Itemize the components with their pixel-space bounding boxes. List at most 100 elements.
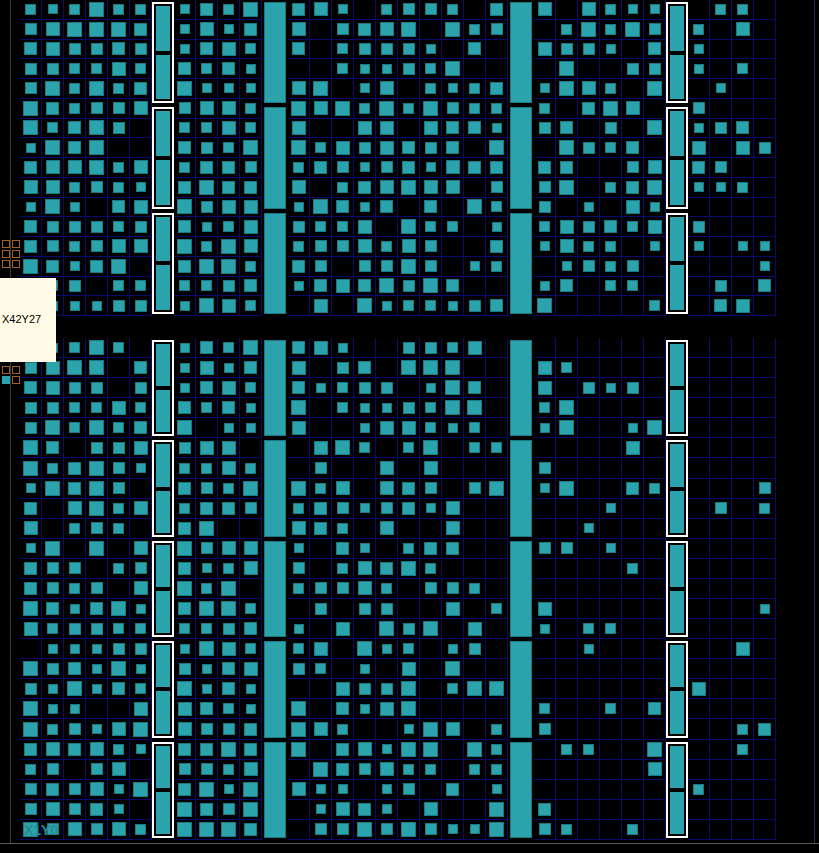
placed-cell[interactable] [694, 182, 704, 192]
clb-site[interactable] [398, 458, 420, 478]
clb-site[interactable] [108, 79, 130, 99]
clb-site[interactable] [64, 800, 86, 820]
clb-site[interactable] [688, 138, 710, 158]
placed-cell[interactable] [358, 121, 372, 135]
placed-cell[interactable] [113, 182, 124, 193]
placed-cell[interactable] [401, 360, 416, 375]
placed-cell[interactable] [538, 602, 552, 616]
placed-cell[interactable] [425, 142, 437, 154]
placed-cell[interactable] [224, 363, 234, 373]
placed-cell[interactable] [178, 783, 191, 796]
placed-cell[interactable] [625, 22, 640, 37]
clb-site[interactable] [310, 599, 332, 619]
placed-cell[interactable] [538, 381, 552, 395]
clb-site[interactable] [644, 20, 666, 40]
clb-site[interactable] [108, 237, 130, 257]
clb-site[interactable] [600, 358, 622, 378]
placed-cell[interactable] [736, 121, 749, 134]
clb-site[interactable] [534, 418, 556, 438]
clb-site[interactable] [442, 820, 464, 840]
clb-site[interactable] [130, 296, 152, 316]
clb-site[interactable] [130, 800, 152, 820]
placed-cell[interactable] [92, 644, 102, 654]
placed-cell[interactable] [113, 503, 124, 514]
clb-site[interactable] [20, 438, 42, 458]
placed-cell[interactable] [180, 4, 190, 14]
clb-site[interactable] [420, 699, 442, 719]
placed-cell[interactable] [177, 199, 192, 214]
clb-site[interactable] [486, 178, 508, 198]
placed-cell[interactable] [315, 603, 327, 615]
clb-site[interactable] [240, 659, 262, 679]
clb-site[interactable] [442, 800, 464, 820]
clb-site[interactable] [644, 277, 666, 297]
placed-cell[interactable] [360, 83, 370, 93]
placed-cell[interactable] [24, 562, 37, 575]
placed-cell[interactable] [243, 2, 258, 17]
clb-site[interactable] [688, 20, 710, 40]
clb-site[interactable] [86, 59, 108, 79]
clb-site[interactable] [420, 217, 442, 237]
clb-site[interactable] [108, 659, 130, 679]
placed-cell[interactable] [222, 101, 236, 115]
placed-cell[interactable] [69, 803, 81, 815]
clb-site[interactable] [42, 0, 64, 20]
placed-cell[interactable] [113, 744, 124, 755]
clb-site[interactable] [442, 519, 464, 539]
clb-site[interactable] [688, 59, 710, 79]
clb-site[interactable] [556, 820, 578, 840]
placed-cell[interactable] [445, 360, 460, 375]
clb-site[interactable] [622, 178, 644, 198]
placed-cell[interactable] [559, 180, 574, 195]
clb-site[interactable] [130, 237, 152, 257]
clb-site[interactable] [420, 277, 442, 297]
clb-site[interactable] [556, 579, 578, 599]
placed-cell[interactable] [111, 259, 126, 274]
clb-site[interactable] [578, 800, 600, 820]
placed-cell[interactable] [135, 623, 146, 634]
placed-cell[interactable] [445, 661, 460, 676]
clb-site[interactable] [288, 257, 310, 277]
placed-cell[interactable] [89, 2, 104, 17]
clb-site[interactable] [218, 237, 240, 257]
placed-cell[interactable] [381, 43, 393, 55]
bram-tile[interactable] [666, 213, 688, 314]
placed-cell[interactable] [46, 260, 59, 273]
clb-site[interactable] [420, 237, 442, 257]
clb-site[interactable] [86, 217, 108, 237]
clb-site[interactable] [196, 358, 218, 378]
clb-site[interactable] [218, 358, 240, 378]
placed-cell[interactable] [446, 279, 459, 292]
clb-site[interactable] [332, 679, 354, 699]
clb-site[interactable] [376, 277, 398, 297]
clb-site[interactable] [108, 699, 130, 719]
placed-cell[interactable] [46, 102, 59, 115]
clb-site[interactable] [578, 99, 600, 119]
clb-site[interactable] [288, 438, 310, 458]
clb-site[interactable] [218, 398, 240, 418]
placed-cell[interactable] [425, 823, 437, 835]
clb-site[interactable] [240, 20, 262, 40]
clb-site[interactable] [556, 277, 578, 297]
clb-site[interactable] [578, 539, 600, 559]
placed-cell[interactable] [92, 664, 102, 674]
placed-cell[interactable] [178, 522, 191, 535]
placed-cell[interactable] [201, 463, 212, 474]
placed-cell[interactable] [358, 803, 371, 816]
placed-cell[interactable] [559, 140, 574, 155]
clb-site[interactable] [218, 79, 240, 99]
clb-site[interactable] [196, 398, 218, 418]
placed-cell[interactable] [246, 403, 256, 413]
clb-site[interactable] [754, 0, 776, 20]
placed-cell[interactable] [489, 802, 504, 817]
placed-cell[interactable] [560, 161, 573, 174]
clb-site[interactable] [288, 780, 310, 800]
clb-site[interactable] [398, 99, 420, 119]
placed-cell[interactable] [491, 724, 502, 735]
placed-cell[interactable] [467, 199, 482, 214]
placed-cell[interactable] [244, 220, 258, 234]
placed-cell[interactable] [178, 181, 191, 194]
clb-site[interactable] [732, 178, 754, 198]
clb-site[interactable] [288, 519, 310, 539]
clb-site[interactable] [20, 20, 42, 40]
